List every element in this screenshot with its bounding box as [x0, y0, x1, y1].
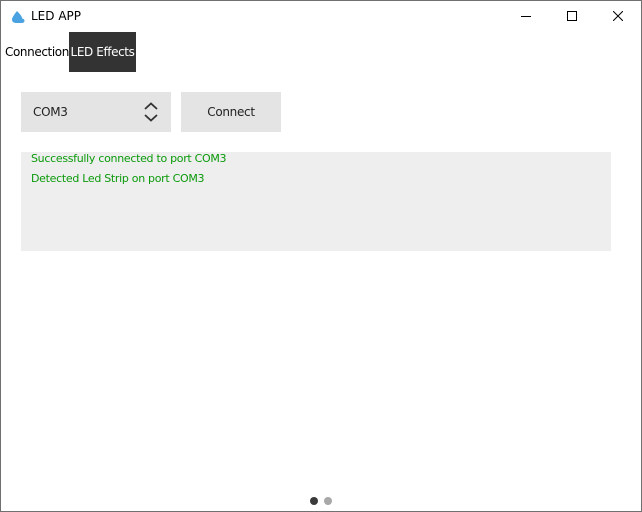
maximize-icon [567, 11, 577, 21]
page-dot[interactable] [324, 497, 332, 505]
port-value: COM3 [33, 105, 68, 119]
window-title: LED APP [31, 9, 82, 23]
minimize-icon [521, 16, 531, 17]
app-window: LED APP Connection LED Effects COM3 Conn… [0, 0, 642, 512]
tab-led-effects[interactable]: LED Effects [69, 32, 136, 72]
minimize-button[interactable] [503, 1, 549, 31]
up-down-chevron-icon[interactable] [143, 102, 159, 122]
close-icon [613, 11, 623, 21]
droplet-icon [11, 9, 25, 23]
maximize-button[interactable] [549, 1, 595, 31]
page-indicator [310, 497, 334, 507]
title-bar[interactable]: LED APP [1, 1, 641, 31]
page-dot-active[interactable] [310, 497, 318, 505]
close-button[interactable] [595, 1, 641, 31]
log-panel: Successfully connected to port COM3 Dete… [21, 152, 611, 251]
tab-connection[interactable]: Connection [5, 32, 69, 72]
connect-button[interactable]: Connect [181, 92, 281, 132]
port-spinner[interactable]: COM3 [21, 92, 171, 132]
log-line: Successfully connected to port COM3 [31, 152, 227, 165]
log-line: Detected Led Strip on port COM3 [31, 172, 205, 185]
